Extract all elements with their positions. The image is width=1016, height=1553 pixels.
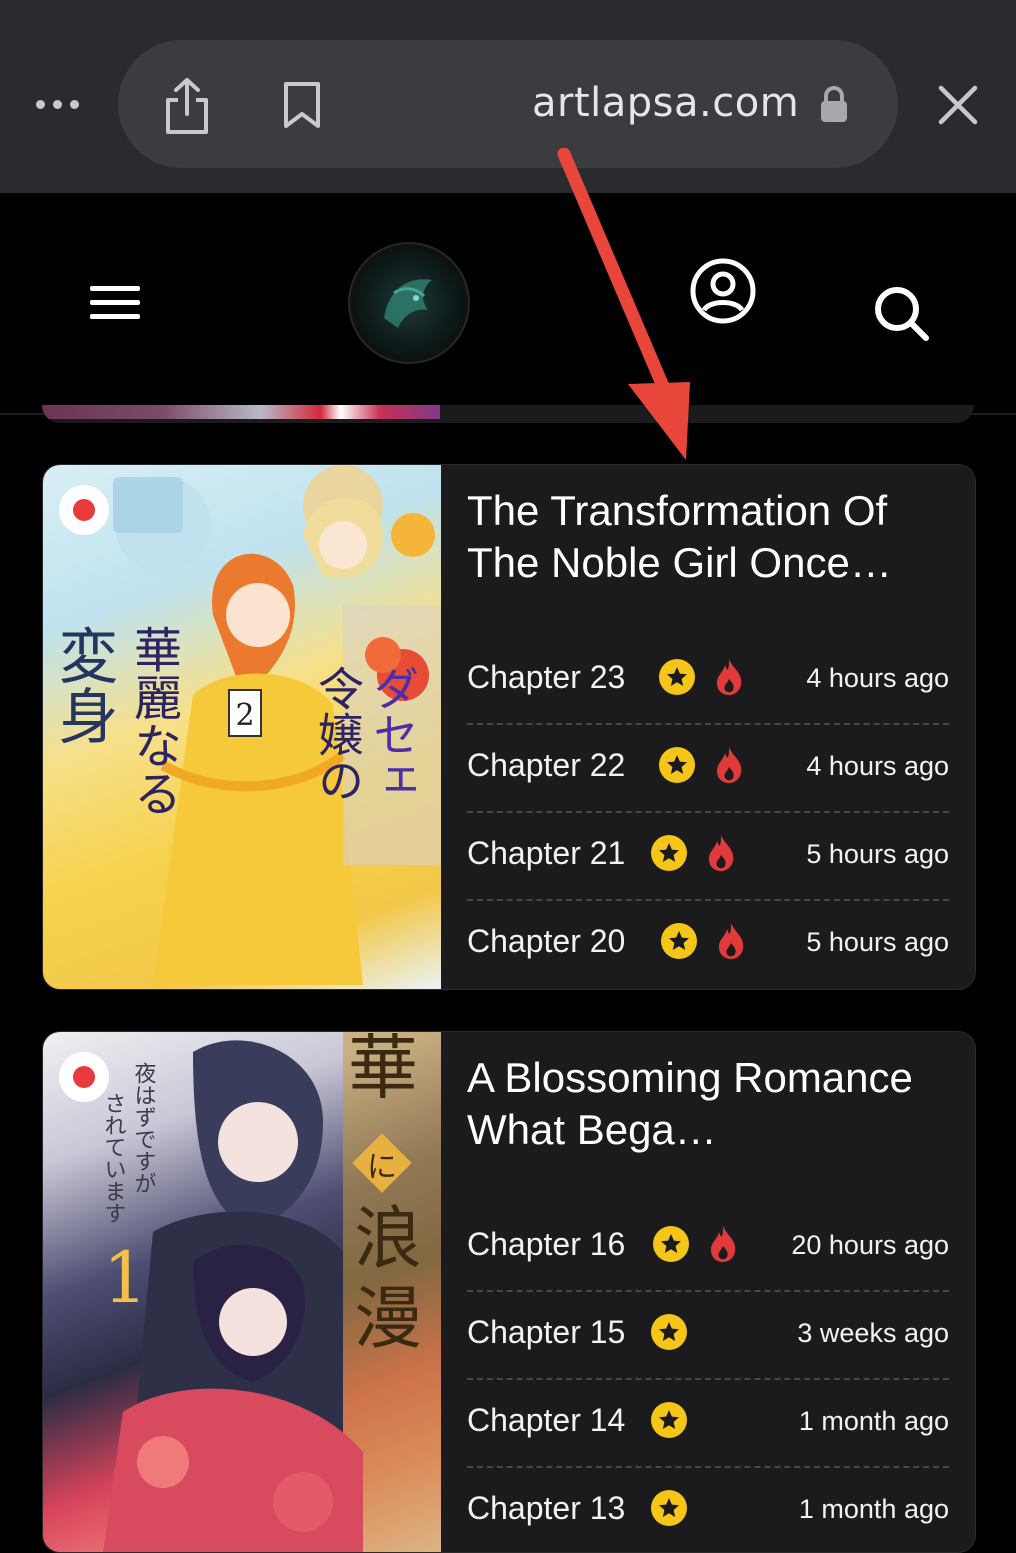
site-logo[interactable]	[354, 248, 464, 358]
chapter-time: 20 hours ago	[791, 1230, 949, 1260]
manga-card[interactable]: 2 ダセェ 令嬢の 華麗なる 変身 The Transformation Of …	[42, 464, 976, 990]
star-icon	[661, 923, 697, 959]
star-icon	[659, 747, 695, 783]
fire-icon	[719, 923, 744, 959]
more-icon[interactable]	[36, 92, 80, 116]
chapter-row[interactable]: Chapter 13 1 month ago	[467, 1468, 949, 1552]
chapter-row[interactable]: Chapter 22 4 hours ago	[467, 725, 949, 813]
fire-icon	[717, 659, 742, 695]
svg-text:されています: されています	[101, 1092, 126, 1224]
chapter-row[interactable]: Chapter 21 5 hours ago	[467, 813, 949, 901]
svg-text:1: 1	[103, 1237, 148, 1319]
menu-icon[interactable]	[90, 284, 140, 322]
search-icon[interactable]	[872, 284, 932, 344]
chapter-time: 3 weeks ago	[797, 1318, 949, 1348]
chapter-time: 5 hours ago	[806, 839, 949, 869]
fire-icon	[709, 835, 734, 871]
chapter-label[interactable]: Chapter 21	[467, 835, 625, 872]
chapter-time: 4 hours ago	[806, 751, 949, 781]
url-text[interactable]: artlapsa.com	[532, 80, 799, 126]
chapter-time: 1 month ago	[798, 1406, 949, 1436]
svg-text:ダセェ: ダセェ	[366, 665, 420, 803]
previous-manga-card[interactable]	[42, 405, 974, 423]
star-icon	[651, 1490, 687, 1526]
svg-text:浪: 浪	[354, 1200, 422, 1279]
star-icon	[651, 1402, 687, 1438]
svg-text:変身: 変身	[48, 625, 118, 745]
chapter-label[interactable]: Chapter 20	[467, 923, 625, 960]
star-icon	[651, 835, 687, 871]
close-icon[interactable]	[935, 82, 981, 128]
chapter-label[interactable]: Chapter 14	[467, 1402, 625, 1439]
chapter-row[interactable]: Chapter 14 1 month ago	[467, 1380, 949, 1468]
star-icon	[653, 1226, 689, 1262]
manga-card[interactable]: 華 に 浪 漫 1 夜はずですが されています A Blossoming Rom…	[42, 1031, 976, 1553]
svg-text:夜はずですが: 夜はずですが	[131, 1062, 157, 1194]
chapter-time: 1 month ago	[798, 1494, 949, 1524]
svg-text:華: 華	[348, 1032, 418, 1109]
manga-cover[interactable]: 2 ダセェ 令嬢の 華麗なる 変身	[43, 465, 441, 989]
star-icon	[651, 1314, 687, 1350]
svg-text:2: 2	[235, 698, 254, 733]
svg-text:令嬢の: 令嬢の	[311, 665, 365, 803]
chapter-label[interactable]: Chapter 23	[467, 659, 625, 696]
chapter-row[interactable]: Chapter 23 4 hours ago	[467, 637, 949, 725]
site-header	[0, 193, 1016, 415]
bookmark-icon[interactable]	[280, 80, 324, 130]
share-icon[interactable]	[160, 76, 214, 136]
svg-text:華麗なる: 華麗なる	[125, 625, 181, 817]
svg-text:に: に	[367, 1150, 397, 1185]
manga-title[interactable]: The Transformation Of The Noble Girl Onc…	[467, 485, 957, 589]
chapter-row[interactable]: Chapter 20 5 hours ago	[467, 901, 949, 987]
japan-flag-icon	[59, 1052, 109, 1102]
browser-toolbar: artlapsa.com	[0, 0, 1016, 193]
fire-icon	[711, 1226, 736, 1262]
chapter-list: Chapter 23 4 hours ago Chapter 22 4 hour…	[467, 637, 949, 987]
chapter-time: 4 hours ago	[806, 663, 949, 693]
lock-icon	[821, 86, 847, 122]
account-icon[interactable]	[690, 258, 756, 324]
chapter-label[interactable]: Chapter 16	[467, 1226, 625, 1263]
chapter-time: 5 hours ago	[806, 927, 949, 957]
manga-title[interactable]: A Blossoming Romance What Bega…	[467, 1052, 957, 1156]
star-icon	[659, 659, 695, 695]
chapter-row[interactable]: Chapter 15 3 weeks ago	[467, 1292, 949, 1380]
fire-icon	[717, 747, 742, 783]
chapter-row[interactable]: Chapter 16 20 hours ago	[467, 1204, 949, 1292]
chapter-label[interactable]: Chapter 13	[467, 1490, 625, 1527]
japan-flag-icon	[59, 485, 109, 535]
chapter-label[interactable]: Chapter 22	[467, 747, 625, 784]
chapter-label[interactable]: Chapter 15	[467, 1314, 625, 1351]
chapter-list: Chapter 16 20 hours ago Chapter 15 3 wee…	[467, 1204, 949, 1552]
svg-text:漫: 漫	[354, 1280, 422, 1359]
manga-cover[interactable]: 華 に 浪 漫 1 夜はずですが されています	[43, 1032, 441, 1552]
